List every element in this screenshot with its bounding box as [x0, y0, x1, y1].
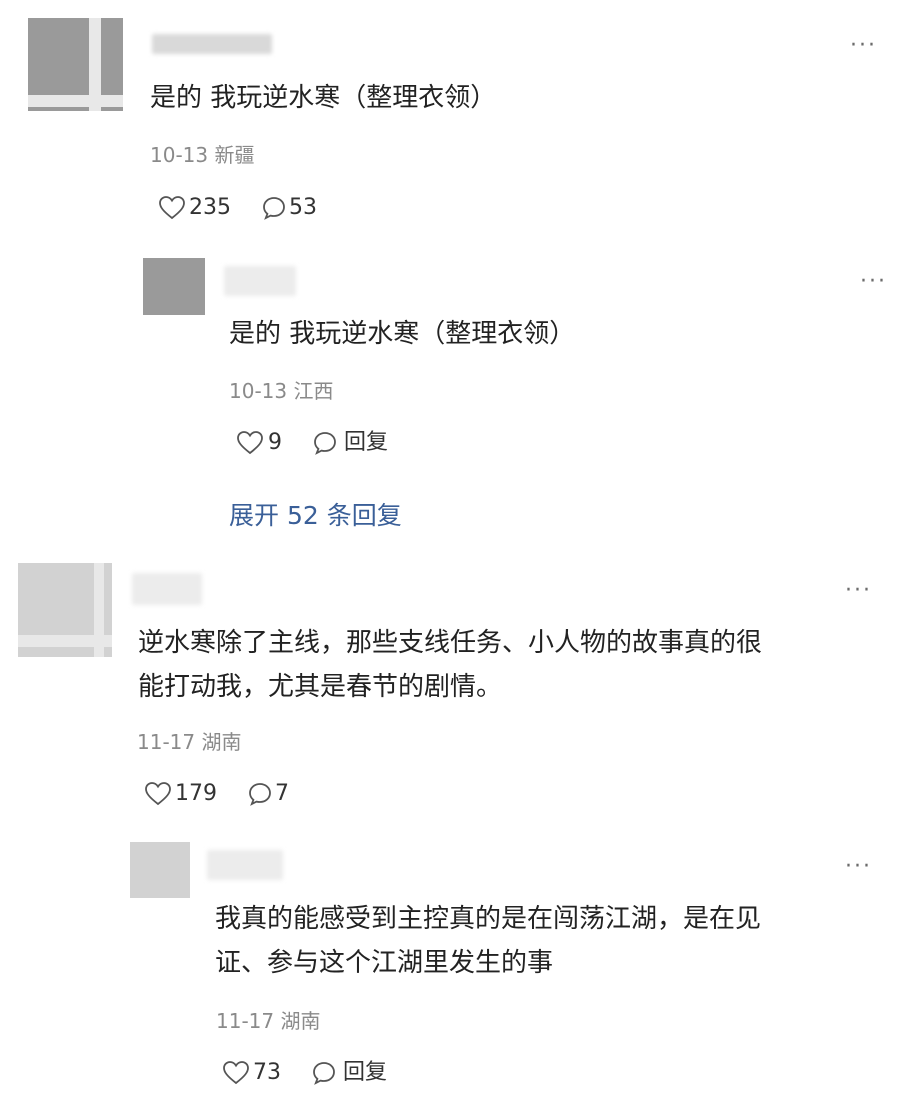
reply-button[interactable]: 回复 — [311, 1059, 387, 1087]
reply-meta: 10-13 江西 — [229, 379, 333, 403]
reply-text: 是的 我玩逆水寒（整理衣领） — [229, 319, 576, 349]
reply-count: 53 — [289, 195, 317, 220]
comment-actions: 235 53 — [158, 194, 317, 222]
comment-date: 11-17 — [137, 730, 196, 754]
comment-item: ··· 逆水寒除了主线，那些支线任务、小人物的故事真的很 能打动我，尤其是春节的… — [0, 545, 916, 1098]
comment-button[interactable]: 7 — [247, 780, 289, 808]
reply-region: 江西 — [293, 379, 334, 403]
reply-username[interactable] — [207, 850, 283, 880]
reply-username[interactable] — [224, 266, 296, 296]
reply-actions: 73 回复 — [222, 1059, 387, 1087]
reply-label: 回复 — [344, 430, 389, 455]
reply-avatar[interactable] — [143, 258, 205, 315]
username[interactable] — [132, 573, 202, 605]
reply-button[interactable]: 回复 — [312, 429, 388, 457]
speech-bubble-icon — [249, 783, 271, 806]
reply-date: 11-17 — [216, 1009, 275, 1033]
heart-outline-icon — [237, 431, 263, 455]
reply-avatar[interactable] — [130, 842, 190, 898]
comment-text: 是的 我玩逆水寒（整理衣领） — [150, 83, 497, 113]
more-dots-icon: ··· — [860, 269, 887, 294]
expand-replies-link[interactable]: 展开 52 条回复 — [229, 501, 402, 531]
reply-meta: 11-17 湖南 — [216, 1009, 320, 1033]
reply-text: 我真的能感受到主控真的是在闯荡江湖，是在见 证、参与这个江湖里发生的事 — [215, 897, 761, 985]
comment-region: 新疆 — [214, 143, 255, 167]
reply-region: 湖南 — [280, 1009, 321, 1033]
reply-more-options-button[interactable]: ··· — [860, 269, 887, 294]
reply-actions: 9 回复 — [236, 429, 388, 457]
heart-outline-icon — [145, 782, 171, 806]
comment-item: ··· 是的 我玩逆水寒（整理衣领） 10-13 新疆 235 53 ··· 是… — [0, 0, 916, 540]
more-dots-icon: ··· — [850, 33, 877, 58]
reply-date: 10-13 — [229, 379, 288, 403]
like-count: 235 — [189, 195, 231, 220]
like-count: 9 — [268, 430, 282, 455]
more-options-button[interactable]: ··· — [850, 33, 877, 58]
more-options-button[interactable]: ··· — [845, 578, 872, 603]
comment-text: 逆水寒除了主线，那些支线任务、小人物的故事真的很 能打动我，尤其是春节的剧情。 — [138, 621, 762, 709]
more-dots-icon: ··· — [845, 854, 872, 879]
heart-outline-icon — [159, 196, 185, 220]
like-button[interactable]: 179 — [144, 780, 217, 808]
heart-outline-icon — [223, 1061, 249, 1085]
comment-meta: 11-17 湖南 — [137, 730, 241, 754]
comment-meta: 10-13 新疆 — [150, 143, 254, 167]
like-button[interactable]: 73 — [222, 1059, 281, 1087]
more-dots-icon: ··· — [845, 578, 872, 603]
comment-text-line: 逆水寒除了主线，那些支线任务、小人物的故事真的很 — [138, 628, 763, 658]
comment-region: 湖南 — [201, 730, 242, 754]
speech-bubble-icon — [263, 197, 285, 220]
like-count: 179 — [175, 781, 217, 806]
like-button[interactable]: 235 — [158, 194, 231, 222]
avatar[interactable] — [18, 563, 112, 657]
like-count: 73 — [253, 1060, 281, 1085]
reply-count: 7 — [275, 781, 289, 806]
speech-bubble-icon — [314, 432, 336, 455]
reply-text-line: 证、参与这个江湖里发生的事 — [215, 948, 554, 978]
reply-label: 回复 — [343, 1060, 388, 1085]
username[interactable] — [152, 34, 272, 54]
speech-bubble-icon — [313, 1062, 335, 1085]
reply-more-options-button[interactable]: ··· — [845, 854, 872, 879]
like-button[interactable]: 9 — [236, 429, 282, 457]
comment-button[interactable]: 53 — [261, 194, 317, 222]
comment-actions: 179 7 — [144, 780, 289, 808]
comment-text-line: 能打动我，尤其是春节的剧情。 — [138, 672, 503, 702]
avatar[interactable] — [28, 18, 123, 111]
reply-text-line: 我真的能感受到主控真的是在闯荡江湖，是在见 — [215, 904, 762, 934]
comment-date: 10-13 — [150, 143, 209, 167]
